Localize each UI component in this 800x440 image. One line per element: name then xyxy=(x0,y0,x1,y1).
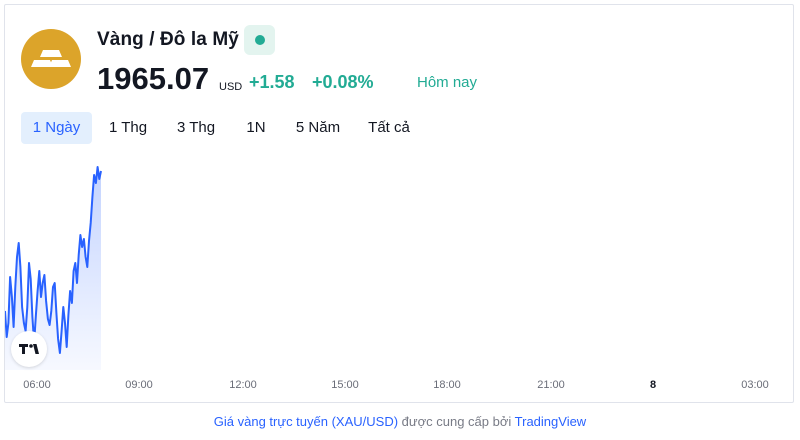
tradingview-link[interactable]: TradingView xyxy=(515,414,587,429)
time-tick-label: 8 xyxy=(649,379,657,391)
instrument-title[interactable]: Vàng / Đô la Mỹ xyxy=(97,29,239,51)
change-period: Hôm nay xyxy=(417,74,478,91)
time-tick-label: 06:00 xyxy=(23,379,51,391)
tab-1-year[interactable]: 1N xyxy=(234,112,278,144)
tab-all[interactable]: Tất cả xyxy=(358,112,420,144)
tab-3-months[interactable]: 3 Thg xyxy=(165,112,227,144)
price-chart[interactable] xyxy=(5,155,795,370)
tab-5-years[interactable]: 5 Năm xyxy=(285,112,351,144)
time-tick-label: 15:00 xyxy=(331,379,359,391)
market-status-badge xyxy=(244,25,275,55)
time-tick-label: 12:00 xyxy=(229,379,257,391)
price-change: +1.58 xyxy=(249,72,295,92)
attribution-text: được cung cấp bởi xyxy=(401,414,512,429)
time-tick-label: 21:00 xyxy=(537,379,565,391)
tab-1-day[interactable]: 1 Ngày xyxy=(21,112,92,144)
attribution-link[interactable]: Giá vàng trực tuyến (XAU/USD) xyxy=(214,414,398,429)
tradingview-logo-icon[interactable] xyxy=(11,331,47,367)
symbol-overview-widget: Vàng / Đô la Mỹ 1965.07 USD +1.58 +0.08%… xyxy=(4,4,794,403)
last-price: 1965.07 xyxy=(97,61,210,96)
price-change-percent: +0.08% xyxy=(312,72,374,92)
time-tick-label: 09:00 xyxy=(125,379,153,391)
market-open-dot-icon xyxy=(255,35,265,45)
time-axis: 06:00 09:00 12:00 15:00 18:00 21:00 8 03:00 xyxy=(5,379,795,397)
time-tick-label: 03:00 xyxy=(741,379,769,391)
tab-1-month[interactable]: 1 Thg xyxy=(97,112,159,144)
gold-bars-icon xyxy=(21,29,81,89)
attribution: Giá vàng trực tuyến (XAU/USD) được cung … xyxy=(0,414,800,429)
time-tick-label: 18:00 xyxy=(433,379,461,391)
price-currency: USD xyxy=(219,81,243,93)
